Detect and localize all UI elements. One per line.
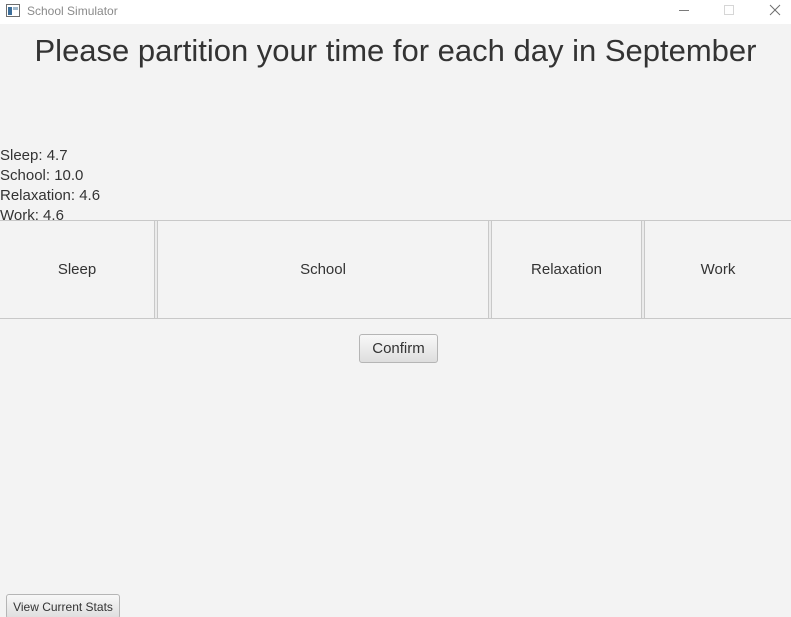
maximize-icon (723, 3, 735, 21)
pane-sleep: Sleep (0, 221, 154, 318)
close-icon (769, 3, 781, 21)
pane-relaxation-label: Relaxation (531, 261, 602, 278)
minimize-button[interactable] (661, 0, 707, 24)
stat-school: School: 10.0 (0, 167, 84, 184)
app-window: School Simulator Please partition your t… (0, 0, 791, 617)
time-split-pane: Sleep School Relaxation Work (0, 220, 791, 319)
pane-school-label: School (300, 261, 346, 278)
title-bar[interactable]: School Simulator (0, 0, 791, 24)
pane-work: Work (645, 221, 791, 318)
window-title: School Simulator (27, 4, 118, 18)
pane-school: School (158, 221, 488, 318)
maximize-button[interactable] (706, 0, 752, 24)
minimize-icon (678, 3, 690, 21)
time-stats-list: Sleep: 4.7 School: 10.0 Relaxation: 4.6 … (0, 146, 100, 226)
close-button[interactable] (752, 0, 791, 24)
stat-sleep: Sleep: 4.7 (0, 147, 68, 164)
app-window-icon (6, 4, 20, 17)
pane-sleep-label: Sleep (57, 261, 97, 278)
pane-work-label: Work (700, 261, 736, 278)
stat-relaxation: Relaxation: 4.6 (0, 187, 101, 204)
view-current-stats-button[interactable]: View Current Stats (6, 594, 120, 617)
confirm-button[interactable]: Confirm (359, 334, 438, 363)
pane-relaxation: Relaxation (492, 221, 641, 318)
page-title: Please partition your time for each day … (34, 33, 757, 68)
